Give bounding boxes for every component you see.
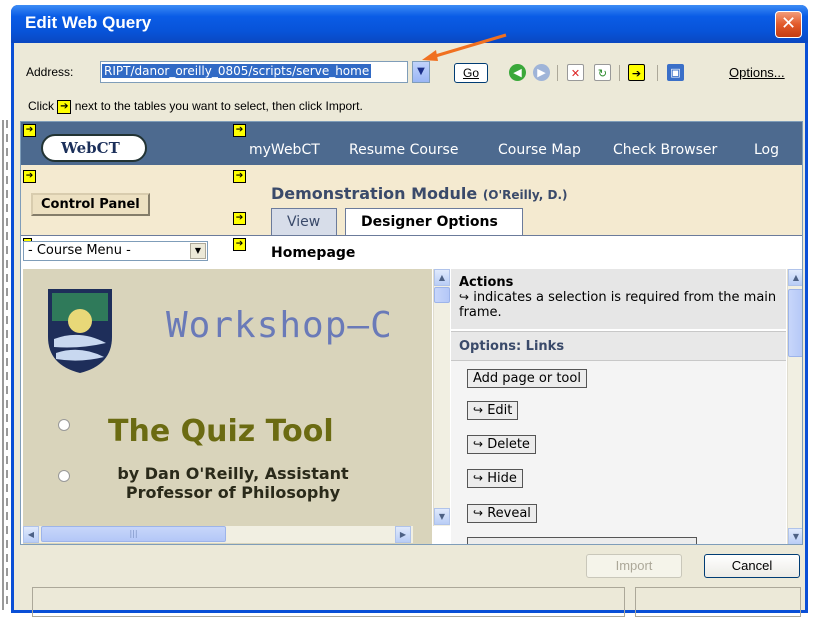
selection-required-icon: ↪ bbox=[473, 506, 484, 520]
module-owner: (O'Reilly, D.) bbox=[482, 188, 568, 202]
nav-link-check-browser[interactable]: Check Browser bbox=[613, 142, 717, 158]
edit-web-query-dialog: Edit Web Query ✕ Address: RIPT/danor_ore… bbox=[11, 5, 808, 617]
table-select-marker-icon[interactable]: ➔ bbox=[233, 212, 246, 225]
author-byline: by Dan O'Reilly, Assistant Professor of … bbox=[117, 464, 349, 502]
tab-view[interactable]: View bbox=[271, 208, 337, 235]
actions-description: ↪ indicates a selection is required from… bbox=[459, 290, 778, 320]
radio-option[interactable] bbox=[58, 419, 70, 431]
scroll-down-icon[interactable]: ▼ bbox=[434, 508, 450, 525]
scroll-thumb[interactable] bbox=[434, 287, 450, 303]
back-icon[interactable]: ◀ bbox=[509, 64, 526, 81]
actions-frame: Actions ↪ indicates a selection is requi… bbox=[451, 269, 786, 544]
forward-icon[interactable]: ▶ bbox=[533, 64, 550, 81]
address-dropdown-button[interactable]: ▼ bbox=[412, 61, 430, 83]
scroll-up-icon[interactable]: ▲ bbox=[434, 269, 450, 286]
status-bar-secondary bbox=[635, 587, 801, 617]
selection-required-icon: ↪ bbox=[473, 471, 484, 485]
edit-label: Edit bbox=[487, 403, 513, 418]
address-bar: Address: RIPT/danor_oreilly_0805/scripts… bbox=[14, 57, 805, 85]
select-arrow-icon: ➔ bbox=[57, 99, 72, 114]
save-query-icon[interactable]: ▣ bbox=[667, 64, 684, 81]
nav-link-course-map[interactable]: Course Map bbox=[498, 142, 581, 158]
toolbar-separator bbox=[619, 65, 620, 81]
course-menu-value: - Course Menu - bbox=[28, 243, 131, 258]
stop-icon[interactable]: ✕ bbox=[567, 64, 584, 81]
actions-title: Actions bbox=[459, 275, 514, 290]
content-hscrollbar[interactable]: ◀ ||| ▶ bbox=[23, 526, 413, 543]
actions-panel: Actions ↪ indicates a selection is requi… bbox=[451, 269, 786, 329]
scroll-right-icon[interactable]: ▶ bbox=[395, 526, 411, 543]
menu-row: - Course Menu - ▼ ➔ Homepage bbox=[21, 236, 802, 268]
homepage-content-frame: Workshop—C The Quiz Tool by Dan O'Reilly… bbox=[23, 269, 432, 544]
course-menu-select[interactable]: - Course Menu - ▼ bbox=[23, 241, 208, 261]
logo-text: WebCT bbox=[61, 139, 120, 157]
partial-option-button[interactable] bbox=[467, 537, 697, 544]
options-links-list: Add page or tool ↪ Edit ↪ Delete ↪ Hide … bbox=[451, 361, 786, 544]
edit-button[interactable]: ↪ Edit bbox=[467, 401, 519, 420]
reveal-button[interactable]: ↪ Reveal bbox=[467, 504, 537, 523]
scroll-thumb[interactable] bbox=[788, 289, 802, 357]
instruction-prefix: Click bbox=[28, 99, 54, 113]
instruction-text: Click ➔ next to the tables you want to s… bbox=[28, 99, 363, 114]
options-links-heading: Options: Links bbox=[451, 331, 786, 361]
table-select-marker-icon[interactable]: ➔ bbox=[23, 124, 36, 137]
webct-logo: WebCT bbox=[41, 134, 147, 162]
selection-required-icon: ↪ bbox=[473, 437, 484, 451]
page-title: The Quiz Tool bbox=[108, 414, 334, 449]
nav-link-mywebct[interactable]: myWebCT bbox=[249, 142, 320, 158]
module-header: ➔ Control Panel ➔ Demonstration Module (… bbox=[21, 165, 802, 235]
scroll-down-icon[interactable]: ▼ bbox=[788, 528, 802, 544]
actions-scrollbar[interactable]: ▲ ▼ bbox=[787, 269, 802, 544]
options-button[interactable]: Options... bbox=[729, 65, 785, 80]
cancel-button[interactable]: Cancel bbox=[704, 554, 800, 578]
close-button[interactable]: ✕ bbox=[775, 11, 802, 38]
dialog-footer: Import Cancel bbox=[20, 550, 803, 617]
module-title: Demonstration Module (O'Reilly, D.) bbox=[271, 184, 568, 203]
scroll-left-icon[interactable]: ◀ bbox=[23, 526, 39, 543]
nav-link-log[interactable]: Log bbox=[754, 142, 779, 158]
tab-designer-options[interactable]: Designer Options bbox=[345, 208, 523, 235]
add-page-button[interactable]: Add page or tool bbox=[467, 369, 587, 388]
toolbar-separator bbox=[557, 65, 558, 81]
import-button[interactable]: Import bbox=[586, 554, 682, 578]
table-select-marker-icon[interactable]: ➔ bbox=[233, 170, 246, 183]
hide-button[interactable]: ↪ Hide bbox=[467, 469, 523, 488]
radio-option[interactable] bbox=[58, 470, 70, 482]
table-select-marker-icon[interactable]: ➔ bbox=[23, 170, 36, 183]
web-preview-frame: ➔ WebCT ➔ myWebCT Resume Course Course M… bbox=[20, 121, 803, 545]
reveal-label: Reveal bbox=[487, 506, 531, 521]
control-panel-button[interactable]: Control Panel bbox=[31, 193, 150, 216]
selection-required-icon: ↪ bbox=[459, 290, 470, 304]
annotation-arrow-icon bbox=[422, 33, 507, 61]
status-bar bbox=[32, 587, 625, 617]
refresh-icon[interactable]: ↻ bbox=[594, 64, 611, 81]
delete-label: Delete bbox=[487, 437, 530, 452]
webct-navbar: ➔ WebCT ➔ myWebCT Resume Course Course M… bbox=[21, 122, 802, 165]
scroll-up-icon[interactable]: ▲ bbox=[788, 269, 802, 286]
address-input[interactable]: RIPT/danor_oreilly_0805/scripts/serve_ho… bbox=[100, 61, 408, 83]
university-crest-icon bbox=[48, 289, 112, 373]
chevron-down-icon[interactable]: ▼ bbox=[190, 243, 206, 259]
homepage-heading: Homepage bbox=[271, 245, 356, 261]
nav-link-resume-course[interactable]: Resume Course bbox=[349, 142, 458, 158]
import-selected-icon[interactable]: ➔ bbox=[628, 64, 645, 81]
table-select-marker-icon[interactable]: ➔ bbox=[233, 238, 246, 251]
toolbar-separator bbox=[657, 65, 658, 81]
hide-label: Hide bbox=[487, 471, 517, 486]
workshop-banner: Workshop—C bbox=[166, 305, 393, 346]
actions-description-text: indicates a selection is required from t… bbox=[459, 290, 777, 320]
delete-button[interactable]: ↪ Delete bbox=[467, 435, 536, 454]
table-select-marker-icon[interactable]: ➔ bbox=[233, 124, 246, 137]
dialog-title: Edit Web Query bbox=[25, 13, 152, 32]
hscroll-thumb[interactable]: ||| bbox=[41, 526, 226, 542]
content-scrollbar[interactable]: ▲ ▼ bbox=[433, 269, 450, 526]
address-value: RIPT/danor_oreilly_0805/scripts/serve_ho… bbox=[102, 64, 372, 78]
background-document-edge bbox=[2, 120, 8, 610]
title-bar[interactable]: Edit Web Query ✕ bbox=[11, 5, 808, 43]
selection-required-icon: ↪ bbox=[473, 403, 484, 417]
module-title-text: Demonstration Module bbox=[271, 184, 478, 203]
address-label: Address: bbox=[26, 65, 74, 79]
instruction-suffix: next to the tables you want to select, t… bbox=[74, 99, 363, 113]
go-button[interactable]: Go bbox=[454, 63, 488, 83]
